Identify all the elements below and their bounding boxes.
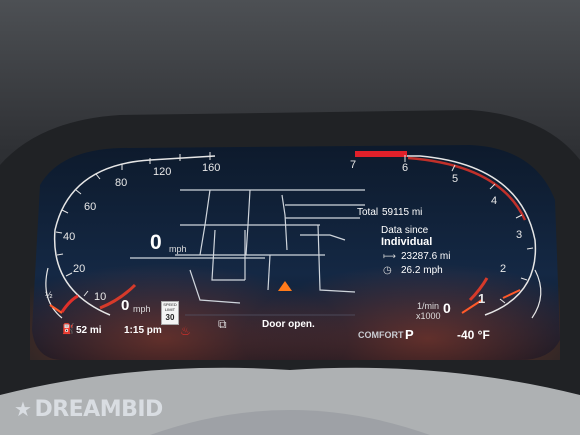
speed-limit-value: 30: [165, 313, 175, 322]
seatbelt-warning-icon: ♨: [180, 324, 191, 338]
rpm-tick-7: 7: [350, 159, 357, 171]
drive-mode: COMFORT: [358, 330, 404, 340]
rpm-tick-1: 1: [478, 291, 486, 306]
clock-icon: ◷: [383, 265, 392, 276]
clock-time: 1:15 pm: [124, 325, 162, 336]
speed-tick-60: 60: [84, 201, 97, 213]
speed-needle-unit: mph: [133, 304, 151, 314]
data-since-label: Data since: [381, 225, 429, 236]
data-since-value: Individual: [381, 236, 433, 248]
speed-tick-80: 80: [115, 177, 128, 189]
speed-needle-value: 0: [121, 297, 130, 314]
speed-tick-20: 20: [73, 263, 86, 275]
status-message: Door open.: [262, 319, 315, 330]
fuel-pump-icon: ⛽: [62, 324, 75, 335]
door-open-icon: ⧉: [218, 317, 227, 331]
digital-speed-unit: mph: [169, 244, 187, 254]
rpm-unit-line2: x1000: [416, 311, 441, 321]
rpm-tick-4: 4: [491, 195, 498, 207]
star-icon: ★: [14, 397, 32, 421]
rpm-tick-3: 3: [516, 229, 523, 241]
watermark-text: DREAMBID: [34, 397, 163, 422]
rpm-needle-value: 0: [443, 300, 451, 316]
redline-bar: [355, 151, 407, 157]
total-value: 59115 mi: [382, 207, 423, 218]
total-label: Total: [357, 207, 379, 218]
speed-limit-sign-icon: SPEED LIMIT 30: [161, 301, 179, 325]
rpm-unit-line1: 1/min: [417, 301, 440, 311]
instrument-cluster: [0, 0, 580, 435]
trip-avg-speed: 26.2 mph: [401, 265, 443, 276]
rpm-tick-5: 5: [452, 173, 459, 185]
speed-tick-160: 160: [202, 162, 221, 174]
rpm-tick-2: 2: [500, 263, 507, 275]
rpm-tick-6: 6: [402, 162, 409, 174]
distance-icon: ⟼: [383, 251, 396, 261]
gear-indicator: P: [405, 327, 414, 342]
watermark-logo: ★ DREAMBID: [14, 397, 163, 422]
speed-limit-caption: SPEED LIMIT: [163, 302, 177, 312]
range-value: 52 mi: [76, 325, 102, 336]
speed-tick-40: 40: [63, 231, 76, 243]
fuel-half-label: ½: [45, 290, 53, 300]
trip-distance: 23287.6 mi: [401, 251, 451, 262]
speed-tick-10: 10: [94, 291, 107, 303]
outside-temperature: -40 °F: [457, 328, 490, 342]
speed-tick-120: 120: [153, 166, 172, 178]
digital-speed-value: 0: [150, 231, 162, 254]
